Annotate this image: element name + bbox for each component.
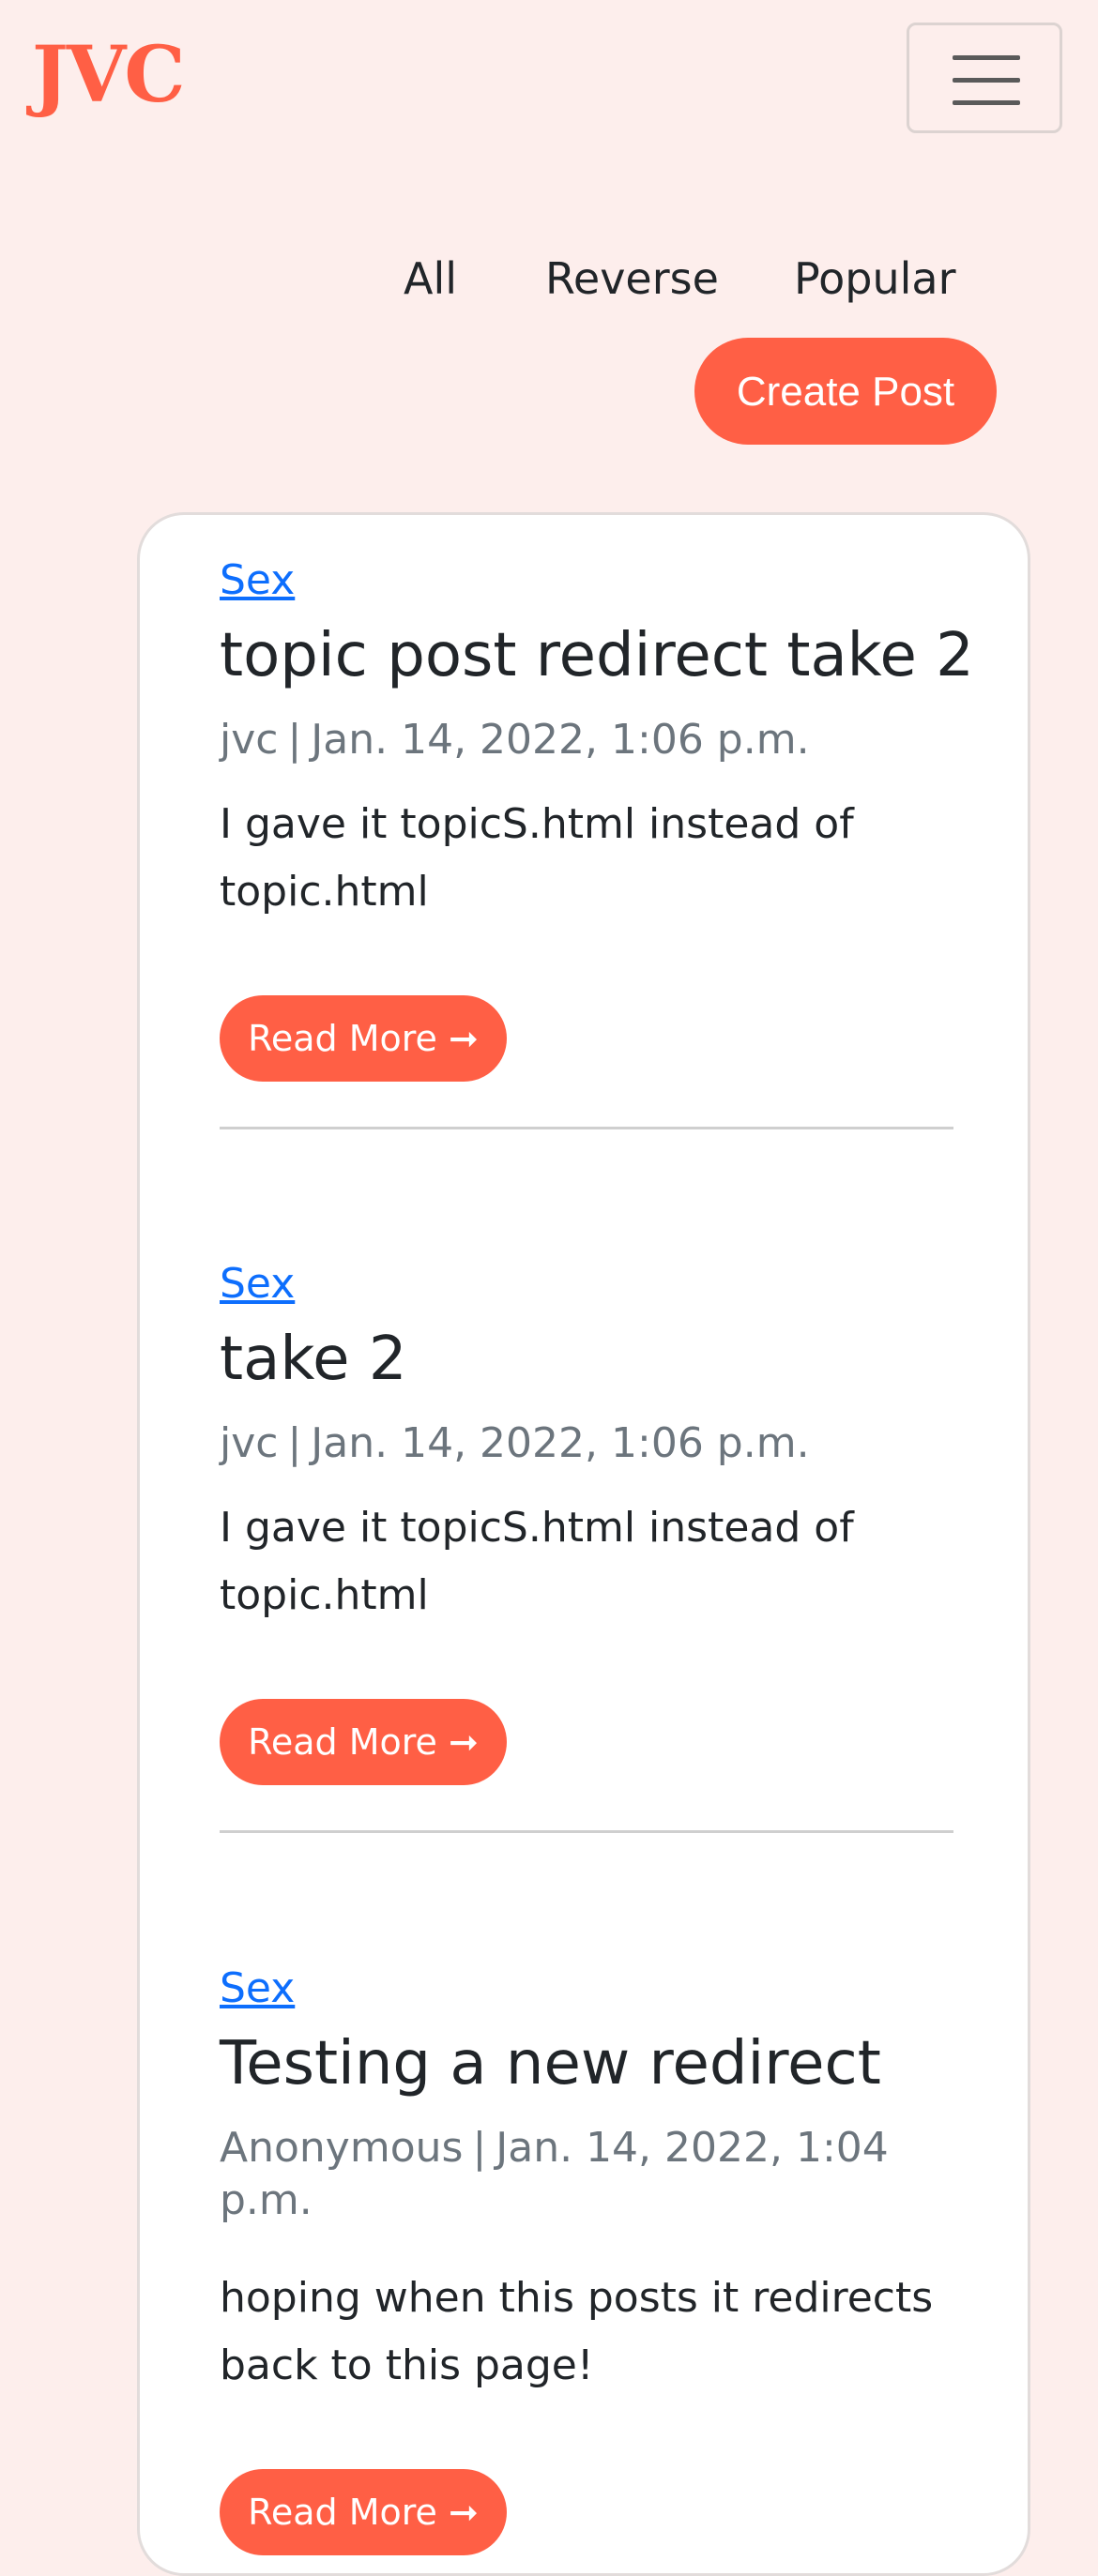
meta-separator: | (472, 2124, 487, 2172)
post-meta: Anonymous | Jan. 14, 2022, 1:04 p.m. (220, 2122, 953, 2227)
meta-separator: | (287, 716, 302, 764)
post-title: Testing a new redirect (220, 2029, 881, 2099)
post-divider (220, 1127, 953, 1129)
hamburger-menu-icon (953, 55, 1020, 105)
post-author: Anonymous (220, 2124, 464, 2172)
post-topic-link[interactable]: Sex (220, 554, 295, 607)
post-author: jvc (220, 716, 279, 764)
post-date: Jan. 14, 2022, 1:06 p.m. (311, 1419, 810, 1467)
post-title: take 2 (220, 1325, 407, 1394)
read-more-button[interactable]: Read More ➞ (220, 1699, 507, 1785)
sort-popular-link[interactable]: Popular (794, 246, 955, 311)
top-navbar: JVC (0, 0, 1098, 159)
post-divider (220, 1830, 953, 1833)
post-title: topic post redirect take 2 (220, 621, 974, 690)
post-topic-link[interactable]: Sex (220, 1258, 295, 1311)
post-excerpt: I gave it topicS.html instead of topic.h… (220, 800, 854, 916)
post-excerpt: hoping when this posts it redirects back… (220, 2274, 934, 2389)
sort-reverse-link[interactable]: Reverse (545, 246, 719, 311)
post-excerpt: I gave it topicS.html instead of topic.h… (220, 1504, 854, 1619)
posts-card: Sex topic post redirect take 2 jvc | Jan. … (137, 512, 1030, 2576)
meta-separator: | (287, 1419, 302, 1467)
post-meta: jvc | Jan. 14, 2022, 1:06 p.m. (220, 714, 953, 766)
post-topic-link[interactable]: Sex (220, 1962, 295, 2015)
navbar-toggler-button[interactable] (907, 23, 1062, 133)
post-date: Jan. 14, 2022, 1:06 p.m. (311, 716, 810, 764)
create-post-button[interactable]: Create Post (694, 338, 997, 445)
post-author: jvc (220, 1419, 279, 1467)
read-more-button[interactable]: Read More ➞ (220, 995, 507, 1082)
sort-all-link[interactable]: All (404, 246, 457, 311)
brand-logo[interactable]: JVC (32, 28, 186, 122)
post-meta: jvc | Jan. 14, 2022, 1:06 p.m. (220, 1417, 953, 1470)
read-more-button[interactable]: Read More ➞ (220, 2469, 507, 2555)
